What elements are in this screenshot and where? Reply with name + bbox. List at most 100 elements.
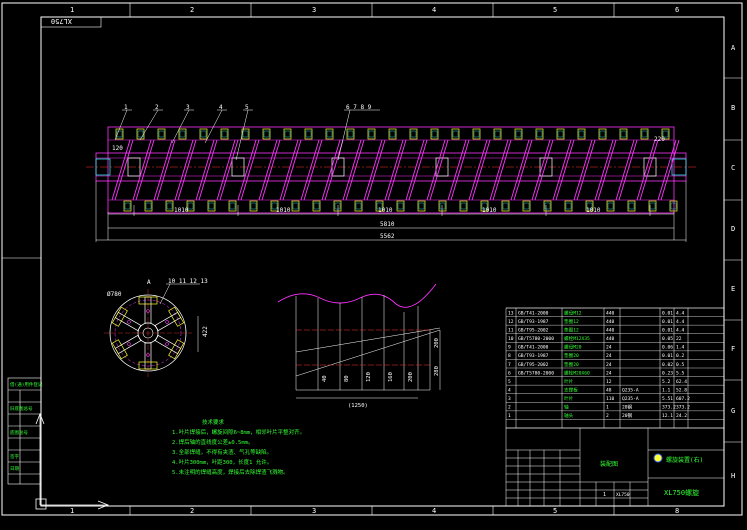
table-cell: 叶片: [564, 395, 574, 402]
screw-main-view: [86, 126, 696, 214]
flight-stroke: [300, 139, 320, 201]
title-block-sheet: 1: [603, 492, 606, 498]
table-cell: GB/T5780-2000: [518, 370, 554, 376]
paddle-bottom-inner: [523, 202, 530, 210]
paddle-top-inner: [200, 130, 207, 138]
dim-text: 220: [654, 136, 665, 143]
svg-text:C: C: [731, 164, 735, 172]
flight-stroke: [450, 139, 470, 201]
note-line: 4.叶片300mm，叶距300，长度1 允许。: [172, 458, 272, 466]
paddle-bottom-inner: [418, 202, 425, 210]
paddle-bottom-inner: [670, 202, 677, 210]
spoke-bolt: [127, 320, 131, 324]
table-cell: 20钢: [622, 404, 633, 411]
table-cell: 2: [606, 413, 609, 419]
paddle-top-inner: [536, 130, 543, 138]
flight-stroke: [237, 139, 257, 201]
side-label: 旧底图总号: [10, 405, 33, 412]
table-cell: 螺母M12: [564, 309, 582, 316]
paddle-bottom-inner: [292, 202, 299, 210]
flight-stroke: [153, 139, 173, 201]
paddle-bottom-inner: [607, 202, 614, 210]
flight-stroke: [660, 139, 680, 201]
paddle-bottom-inner: [334, 202, 341, 210]
table-cell: 0.02: [662, 362, 673, 368]
flight-stroke: [387, 139, 407, 201]
table-cell: 1.4: [676, 345, 685, 351]
top-zone-labels: 1 2 3 4 5 6: [70, 6, 679, 14]
flight-stroke: [132, 139, 152, 201]
flight-stroke: [177, 139, 197, 201]
table-cell: 0.5: [676, 362, 685, 368]
flight-stroke: [384, 139, 404, 201]
table-cell: 5: [508, 379, 511, 385]
paddle-top-inner: [158, 130, 165, 138]
table-cell: GB/T95-2002: [518, 362, 549, 368]
svg-text:E: E: [731, 285, 735, 293]
flight-stroke: [282, 139, 302, 201]
flight-stroke: [618, 139, 638, 201]
paddle-top-inner: [515, 130, 522, 138]
title-block-stamp: 装配图: [600, 460, 618, 468]
note-line: 3.全部焊缝，不得有夹渣、气孔等缺陷。: [172, 448, 272, 456]
paddle-top-inner: [221, 130, 228, 138]
section-height: 422: [202, 326, 209, 337]
paddle-top-inner: [326, 130, 333, 138]
note-line: 1.叶片焊接后，螺旋间隙6~8mm，相邻叶片平整对齐。: [172, 428, 305, 436]
table-cell: GB/T41-2000: [518, 345, 549, 351]
svg-text:A: A: [731, 44, 736, 52]
dim-text: 1010: [378, 207, 393, 214]
table-cell: 373.2: [662, 405, 676, 411]
spoke-plate: [114, 311, 142, 332]
table-cell: 4: [508, 388, 511, 394]
outer-frame: [1, 2, 743, 516]
flight-stroke: [555, 139, 575, 201]
col-label: 3: [312, 6, 316, 14]
col-label: 1: [70, 6, 74, 14]
spoke-bolt: [165, 342, 169, 346]
side-label: 借(通)用件登记: [10, 381, 43, 388]
svg-text:B: B: [731, 104, 735, 112]
flight-stroke: [492, 139, 512, 201]
paddle-top-inner: [578, 130, 585, 138]
table-cell: 12: [606, 379, 612, 385]
table-cell: 1: [508, 413, 511, 419]
technical-notes: 技术要求 1.叶片焊接后，螺旋间隙6~8mm，相邻叶片平整对齐。 2.焊后轴的直…: [172, 418, 305, 476]
paddle-bottom-inner: [460, 202, 467, 210]
paddle-top-inner: [452, 130, 459, 138]
flight-stroke: [447, 139, 467, 201]
table-cell: 440: [606, 310, 615, 316]
dev-dim: 280: [434, 366, 440, 376]
paddle-top-inner: [473, 130, 480, 138]
section-a-view: [104, 289, 192, 377]
paddle-top-inner: [284, 130, 291, 138]
spoke-bolt: [165, 320, 169, 324]
paddle-top-inner: [557, 130, 564, 138]
dev-dim: 200: [408, 372, 414, 382]
side-label: 底图总号: [10, 429, 28, 436]
note-line: 2.焊后轴的直线度公差±0.5mm。: [172, 438, 254, 446]
table-cell: 9: [508, 345, 511, 351]
table-cell: 螺栓M12X35: [564, 335, 590, 342]
col-label: 4: [432, 6, 436, 14]
table-cell: 24: [606, 353, 612, 359]
dim-text: 5810: [380, 221, 395, 228]
flight-stroke: [258, 139, 278, 201]
spoke-plate: [154, 334, 182, 355]
paddle-top-inner: [179, 130, 186, 138]
table-cell: 垫圈20: [564, 361, 579, 368]
table-cell: GB/T93-1987: [518, 319, 549, 325]
section-title: A: [147, 279, 151, 286]
dev-dim: 160: [388, 372, 394, 382]
flight-stroke: [345, 139, 365, 201]
col-label: 2: [190, 6, 194, 14]
dim-text: 120: [112, 145, 123, 152]
svg-text:G: G: [731, 407, 735, 415]
col-label: 3: [312, 507, 316, 515]
paddle-bottom-inner: [649, 202, 656, 210]
table-cell: GB/T5780-2000: [518, 336, 554, 342]
paddle-bottom-inner: [166, 202, 173, 210]
table-cell: 48: [606, 388, 612, 394]
flight-stroke: [219, 139, 239, 201]
table-cell: 0.01: [662, 328, 673, 334]
